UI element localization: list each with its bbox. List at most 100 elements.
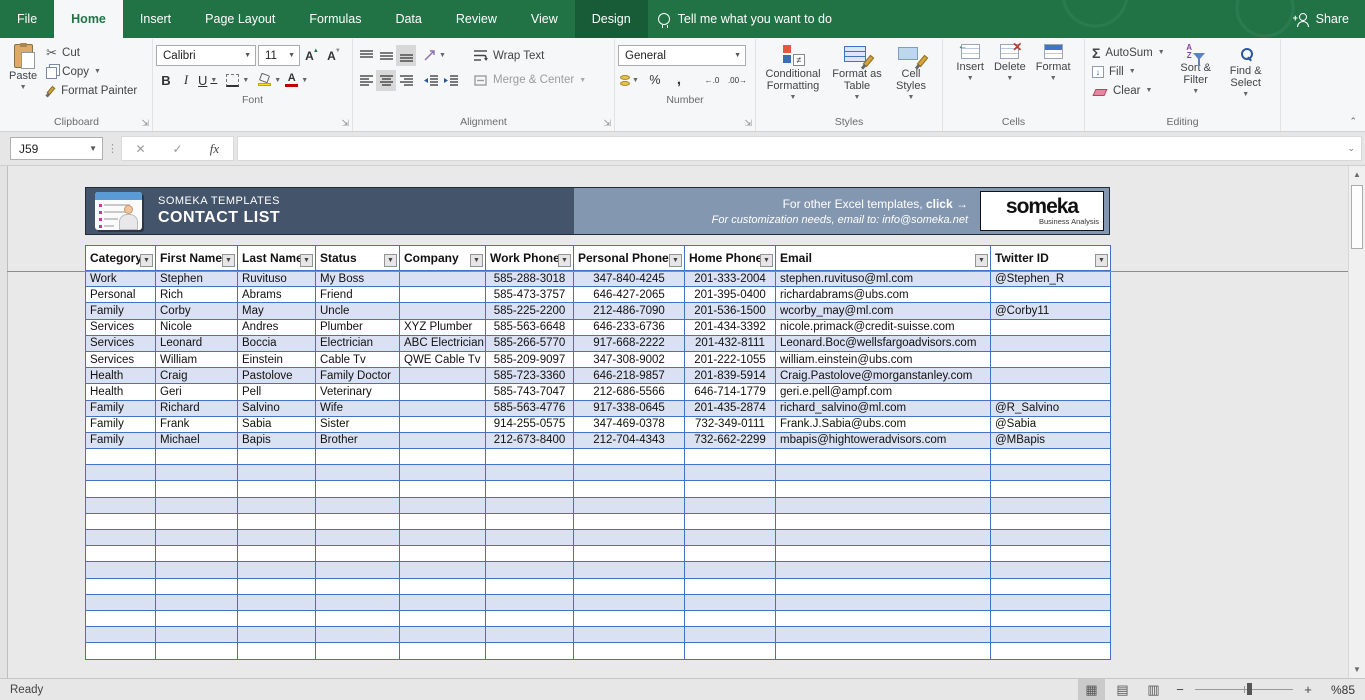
cell[interactable] [573, 642, 685, 660]
cell[interactable] [315, 496, 400, 514]
cell[interactable]: Health [85, 367, 156, 385]
cell[interactable] [155, 593, 238, 611]
cell[interactable]: 585-743-7047 [485, 383, 574, 401]
page-layout-view-button[interactable]: ▤ [1109, 679, 1136, 700]
cell[interactable] [399, 496, 486, 514]
cell[interactable]: nicole.primack@credit-suisse.com [775, 318, 991, 336]
dialog-launcher-icon[interactable]: ⇲ [603, 119, 611, 128]
cell[interactable] [775, 577, 991, 595]
cell[interactable] [155, 577, 238, 595]
column-header-first-name[interactable]: First Name ▼ [155, 245, 238, 271]
cell[interactable] [485, 480, 574, 498]
cell[interactable]: 212-686-5566 [573, 383, 685, 401]
cell[interactable]: Family Doctor [315, 367, 400, 385]
cell[interactable] [237, 496, 316, 514]
delete-cells-button[interactable]: ✕ Delete ▼ [989, 41, 1031, 82]
tab-file[interactable]: File [0, 0, 54, 38]
cell[interactable]: Frank.J.Sabia@ubs.com [775, 415, 991, 433]
cell[interactable] [990, 383, 1111, 401]
cell[interactable]: Personal [85, 286, 156, 304]
cell[interactable] [573, 593, 685, 611]
cell[interactable]: Brother [315, 431, 400, 450]
dialog-launcher-icon[interactable]: ⇲ [141, 119, 149, 128]
cell[interactable] [85, 512, 156, 531]
cell[interactable]: @R_Salvino [990, 399, 1111, 417]
cell[interactable]: Family [85, 415, 156, 433]
column-header-last-name[interactable]: Last Name ▼ [237, 245, 316, 271]
cell[interactable]: 585-266-5770 [485, 334, 574, 352]
cell[interactable] [155, 561, 238, 579]
conditional-formatting-button[interactable]: ≠ Conditional Formatting ▼ [759, 41, 827, 101]
align-middle-button[interactable] [376, 45, 396, 66]
cell[interactable]: 201-435-2874 [684, 399, 776, 417]
cell[interactable] [237, 626, 316, 644]
cell[interactable]: 646-218-9857 [573, 367, 685, 385]
cell[interactable] [399, 626, 486, 644]
cell[interactable] [85, 480, 156, 498]
cell[interactable]: Nicole [155, 318, 238, 336]
cell[interactable]: Plumber [315, 318, 400, 336]
filter-dropdown-icon[interactable]: ▼ [669, 254, 682, 267]
cell[interactable] [155, 448, 238, 466]
cell[interactable]: Geri [155, 383, 238, 401]
increase-indent-button[interactable] [441, 70, 461, 91]
cell[interactable]: 201-222-1055 [684, 350, 776, 369]
cell[interactable] [573, 626, 685, 644]
cell[interactable]: william.einstein@ubs.com [775, 350, 991, 369]
cell[interactable]: Pastolove [237, 367, 316, 385]
cell[interactable] [399, 609, 486, 628]
insert-cells-button[interactable]: ← Insert ▼ [951, 41, 989, 82]
cell[interactable]: 914-255-0575 [485, 415, 574, 433]
cell[interactable] [485, 545, 574, 563]
cell[interactable] [85, 626, 156, 644]
find-select-button[interactable]: Find & Select ▼ [1223, 41, 1269, 98]
cell[interactable]: 212-704-4343 [573, 431, 685, 450]
cell[interactable] [485, 642, 574, 660]
cell[interactable]: Bapis [237, 431, 316, 450]
cell[interactable] [237, 545, 316, 563]
tab-page-layout[interactable]: Page Layout [188, 0, 292, 38]
cell[interactable]: 585-563-4776 [485, 399, 574, 417]
cell[interactable]: Cable Tv [315, 350, 400, 369]
cell[interactable] [775, 545, 991, 563]
cell[interactable] [775, 561, 991, 579]
filter-dropdown-icon[interactable]: ▼ [558, 254, 571, 267]
cell[interactable] [573, 609, 685, 628]
dialog-launcher-icon[interactable]: ⇲ [341, 119, 349, 128]
cell[interactable]: 201-395-0400 [684, 286, 776, 304]
cell[interactable] [155, 496, 238, 514]
cell[interactable] [990, 334, 1111, 352]
merge-center-button[interactable]: Merge & Center ▼ [469, 68, 590, 92]
templates-link[interactable]: click → [926, 197, 968, 211]
cell[interactable] [990, 642, 1111, 660]
filter-dropdown-icon[interactable]: ▼ [470, 254, 483, 267]
cell[interactable]: Sister [315, 415, 400, 433]
cell[interactable]: 585-563-6648 [485, 318, 574, 336]
column-header-twitter-id[interactable]: Twitter ID ▼ [990, 245, 1111, 271]
cell[interactable] [315, 448, 400, 466]
cell[interactable]: @Corby11 [990, 302, 1111, 320]
normal-view-button[interactable]: ▦ [1078, 679, 1105, 700]
name-box[interactable]: J59 ▼ [10, 137, 103, 160]
cell[interactable]: Corby [155, 302, 238, 320]
collapse-ribbon-icon[interactable]: ⌃ [1349, 116, 1357, 127]
cell[interactable] [573, 480, 685, 498]
cell[interactable]: Rich [155, 286, 238, 304]
cell[interactable] [990, 577, 1111, 595]
cell[interactable] [399, 593, 486, 611]
cell[interactable] [399, 528, 486, 547]
cell[interactable] [155, 545, 238, 563]
insert-function-icon[interactable]: fx [196, 141, 233, 157]
tab-formulas[interactable]: Formulas [292, 0, 378, 38]
cell[interactable] [237, 609, 316, 628]
font-name-combo[interactable]: Calibri ▼ [156, 45, 256, 66]
cell[interactable] [399, 415, 486, 433]
cell[interactable] [990, 561, 1111, 579]
cell[interactable] [237, 480, 316, 498]
copy-button[interactable]: Copy ▼ [42, 62, 141, 81]
cell[interactable] [85, 561, 156, 579]
cell[interactable] [315, 480, 400, 498]
cell[interactable]: Wife [315, 399, 400, 417]
cell[interactable]: 732-349-0111 [684, 415, 776, 433]
format-as-table-button[interactable]: Format as Table ▼ [827, 41, 887, 101]
